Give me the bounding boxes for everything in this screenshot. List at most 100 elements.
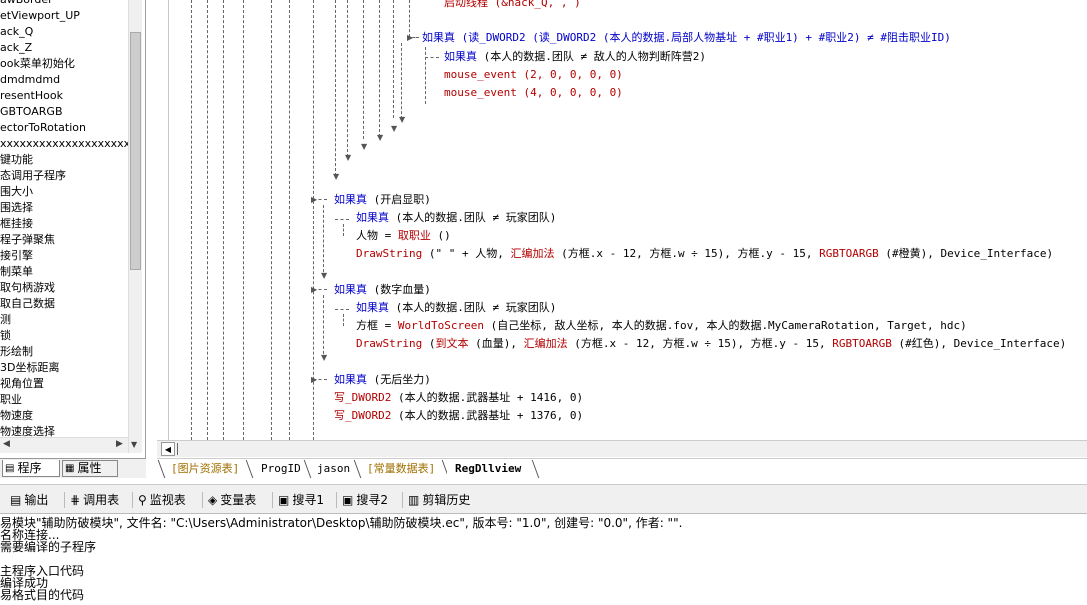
code-line[interactable]: 如果真 (本人的数据.团队 ≠ 玩家团队): [356, 211, 556, 225]
tab-divider: [531, 460, 540, 478]
tree-item[interactable]: 取自己数据: [0, 296, 55, 312]
tree-item[interactable]: ook菜单初始化: [0, 56, 75, 72]
editor-scroll-thumb[interactable]: [177, 443, 185, 455]
tab-regdllview[interactable]: RegDllview: [447, 460, 530, 478]
condition-text: (本人的数据.团队 ≠ 敌人的人物判断阵营2): [477, 50, 706, 63]
tab-progid[interactable]: ProgID: [253, 460, 309, 478]
tree-item[interactable]: 围大小: [0, 184, 33, 200]
search2-button[interactable]: ▣ 搜寻2: [342, 491, 388, 509]
code-text: 人物 =: [356, 229, 398, 242]
code-line[interactable]: 写_DWORD2 (本人的数据.武器基址 + 1416, 0): [334, 391, 583, 405]
tab-properties[interactable]: ▦ 属性: [62, 460, 118, 477]
code-text: (#红色), Device_Interface): [891, 337, 1067, 350]
code-line[interactable]: mouse_event (2, 0, 0, 0, 0): [444, 68, 623, 82]
code-line[interactable]: 如果真 (本人的数据.团队 ≠ 敌人的人物判断阵营2): [444, 50, 706, 64]
block-guide-line: [289, 0, 290, 440]
tab-program[interactable]: ▤ 程序: [2, 460, 60, 477]
tree-item[interactable]: 3D坐标距离: [0, 360, 59, 376]
code-line[interactable]: DrawString (" " + 人物, 汇编加法 (方框.x - 12, 方…: [356, 247, 1053, 261]
output-line: 易模块"辅助防破模块", 文件名: "C:\Users\Administrato…: [0, 516, 683, 530]
tree-item[interactable]: etViewport_UP: [0, 8, 80, 24]
code-line[interactable]: mouse_event (4, 0, 0, 0, 0): [444, 86, 623, 100]
code-text: (血量),: [468, 337, 524, 350]
block-guide-line: [271, 0, 272, 440]
scroll-left-arrow-icon[interactable]: ◀: [161, 442, 175, 456]
function-name: DrawString: [356, 247, 423, 260]
tree-item[interactable]: awBorder: [0, 0, 53, 8]
tree-item[interactable]: 框挂接: [0, 216, 33, 232]
tree-item[interactable]: 制菜单: [0, 264, 33, 280]
tree-scroll-thumb[interactable]: [130, 32, 141, 270]
call-table-button[interactable]: ⋕ 调用表: [70, 491, 119, 509]
tree-item[interactable]: 形绘制: [0, 344, 33, 360]
tab-constant-data[interactable]: [常量数据表]: [359, 460, 443, 478]
code-editor[interactable]: ▼ ▼ ▼ ▼ ▼ ▼ ▶ ▶ ▼ ▶ ▼ ▶ 启动线程 (&hack_Q, ,…: [147, 0, 1087, 440]
program-tree-panel: awBorderetViewport_UPack_Qack_Zook菜单初始化d…: [0, 0, 146, 458]
flow-arrow-icon: ▶: [311, 285, 318, 294]
function-name: 汇编加法: [510, 247, 555, 260]
clipboard-icon: ▥: [408, 493, 420, 507]
function-name: DrawString: [356, 337, 423, 350]
toolbar-divider: [336, 492, 337, 508]
tree-item[interactable]: ack_Q: [0, 24, 33, 40]
tree-item[interactable]: resentHook: [0, 88, 63, 104]
scroll-left-arrow-icon[interactable]: ◀: [3, 439, 10, 449]
condition-text: (本人的数据.团队 ≠ 玩家团队): [389, 301, 557, 314]
tree-item[interactable]: 视角位置: [0, 376, 44, 392]
code-line[interactable]: 如果真 (数字血量): [334, 283, 431, 297]
output-panel[interactable]: 易模块"辅助防破模块", 文件名: "C:\Users\Administrato…: [0, 515, 1087, 605]
condition-text: (无后坐力): [367, 373, 431, 386]
block-connector: [335, 219, 349, 220]
tree-item[interactable]: GBTOARGB: [0, 104, 63, 120]
scroll-down-arrow-icon[interactable]: ▼: [131, 440, 137, 449]
output-button[interactable]: ▤ 输出: [10, 491, 48, 509]
watch-table-button[interactable]: ⚲ 监视表: [138, 491, 186, 509]
block-guide-line: [323, 295, 324, 359]
code-line[interactable]: 如果真 (本人的数据.团队 ≠ 玩家团队): [356, 301, 556, 315]
flow-arrow-icon: ▼: [333, 172, 340, 181]
tree-horizontal-scrollbar[interactable]: ◀ ▶: [0, 437, 128, 453]
code-line[interactable]: 人物 = 取职业 (): [356, 229, 451, 243]
code-line[interactable]: 如果真 (无后坐力): [334, 373, 431, 387]
block-guide-line: [313, 0, 314, 440]
search1-button[interactable]: ▣ 搜寻1: [278, 491, 324, 509]
code-line[interactable]: 启动线程 (&hack_Q, , ): [444, 0, 581, 10]
code-line[interactable]: 方框 = WorldToScreen (自己坐标, 敌人坐标, 本人的数据.fo…: [356, 319, 967, 333]
code-line[interactable]: 如果真 (读_DWORD2 (读_DWORD2 (本人的数据.局部人物基址 + …: [422, 31, 951, 45]
keyword-if: 如果真: [444, 50, 477, 63]
keyword-if: 如果真: [422, 31, 455, 44]
tree-item[interactable]: ectorToRotation: [0, 120, 86, 136]
block-guide-line: [243, 0, 244, 440]
tree-vertical-scrollbar[interactable]: ▼: [128, 0, 142, 453]
tree-item[interactable]: 键功能: [0, 152, 33, 168]
var-table-label: 变量表: [220, 493, 257, 507]
tree-item[interactable]: 测: [0, 312, 11, 328]
toolbar-divider: [132, 492, 133, 508]
tree-item[interactable]: 职业: [0, 392, 22, 408]
code-line[interactable]: 如果真 (开启显职): [334, 193, 431, 207]
code-text: (: [422, 337, 436, 350]
tree-item[interactable]: 取句柄游戏: [0, 280, 55, 296]
tree-item[interactable]: ack_Z: [0, 40, 32, 56]
tree-item[interactable]: 态调用子程序: [0, 168, 66, 184]
scroll-right-arrow-icon[interactable]: ▶: [116, 439, 123, 449]
tree-item[interactable]: 围选择: [0, 200, 33, 216]
tree-item[interactable]: 接引擎: [0, 248, 33, 264]
condition-text: (数字血量): [367, 283, 431, 296]
tree-item[interactable]: 物速度: [0, 408, 33, 424]
tree-item[interactable]: 程子弹聚焦: [0, 232, 55, 248]
tab-jason[interactable]: jason: [309, 460, 358, 478]
tree-item[interactable]: 锁: [0, 328, 11, 344]
tree-item[interactable]: dmdmdmd: [0, 72, 60, 88]
code-line[interactable]: 写_DWORD2 (本人的数据.武器基址 + 1376, 0): [334, 409, 583, 423]
flow-arrow-icon: ▼: [361, 142, 368, 151]
block-guide-line: [425, 47, 426, 104]
editor-horizontal-scrollbar[interactable]: ◀: [157, 440, 1087, 457]
function-name: 写_DWORD2: [334, 391, 392, 404]
tree-item[interactable]: xxxxxxxxxxxxxxxxxxxx: [0, 136, 130, 152]
clip-history-button[interactable]: ▥ 剪辑历史: [408, 491, 470, 509]
code-line[interactable]: DrawString (到文本 (血量), 汇编加法 (方框.x - 12, 方…: [356, 337, 1066, 351]
tab-image-resources[interactable]: [图片资源表]: [163, 460, 247, 478]
var-table-button[interactable]: ◈ 变量表: [208, 491, 256, 509]
function-name: RGBTOARGB: [832, 337, 892, 350]
